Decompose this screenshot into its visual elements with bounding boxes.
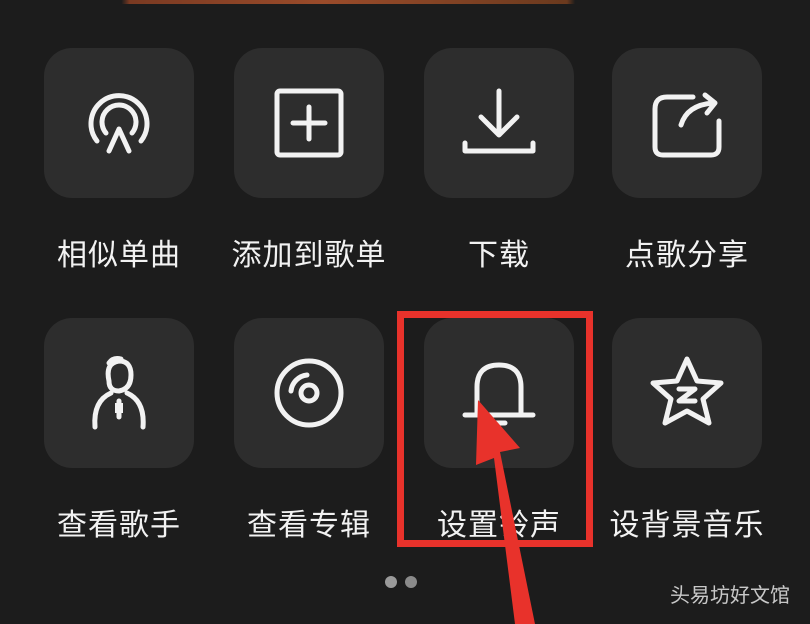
set-background-music-label: 设背景音乐 [609,508,765,543]
similar-song-icon [88,93,150,154]
add-to-playlist-icon [274,88,344,158]
page-indicator [385,576,417,588]
download-label: 下载 [468,238,530,273]
share-label: 点歌分享 [625,238,749,273]
star-z-icon [650,356,724,426]
page-dot-active[interactable] [385,576,397,588]
highlight-annotation-box [397,311,593,547]
view-artist-button[interactable] [44,318,194,468]
similar-song-button[interactable] [44,48,194,198]
album-art-strip [0,0,810,4]
view-album-label: 查看专辑 [247,508,371,543]
download-button[interactable] [424,48,574,198]
album-icon [274,358,344,428]
action-sheet: 相似单曲 添加到歌单 下载 点歌分享 查看歌手 查看专辑 设置铃声 设背景音乐 … [0,0,810,624]
add-to-playlist-label: 添加到歌单 [231,238,387,273]
artist-icon [92,356,146,430]
download-icon [462,88,536,154]
page-dot[interactable] [405,576,417,588]
watermark: 头易坊好文馆 [670,583,790,607]
share-icon [652,92,722,158]
share-button[interactable] [612,48,762,198]
set-background-music-button[interactable] [612,318,762,468]
view-album-button[interactable] [234,318,384,468]
add-to-playlist-button[interactable] [234,48,384,198]
view-artist-label: 查看歌手 [57,508,181,543]
similar-song-label: 相似单曲 [57,238,181,273]
